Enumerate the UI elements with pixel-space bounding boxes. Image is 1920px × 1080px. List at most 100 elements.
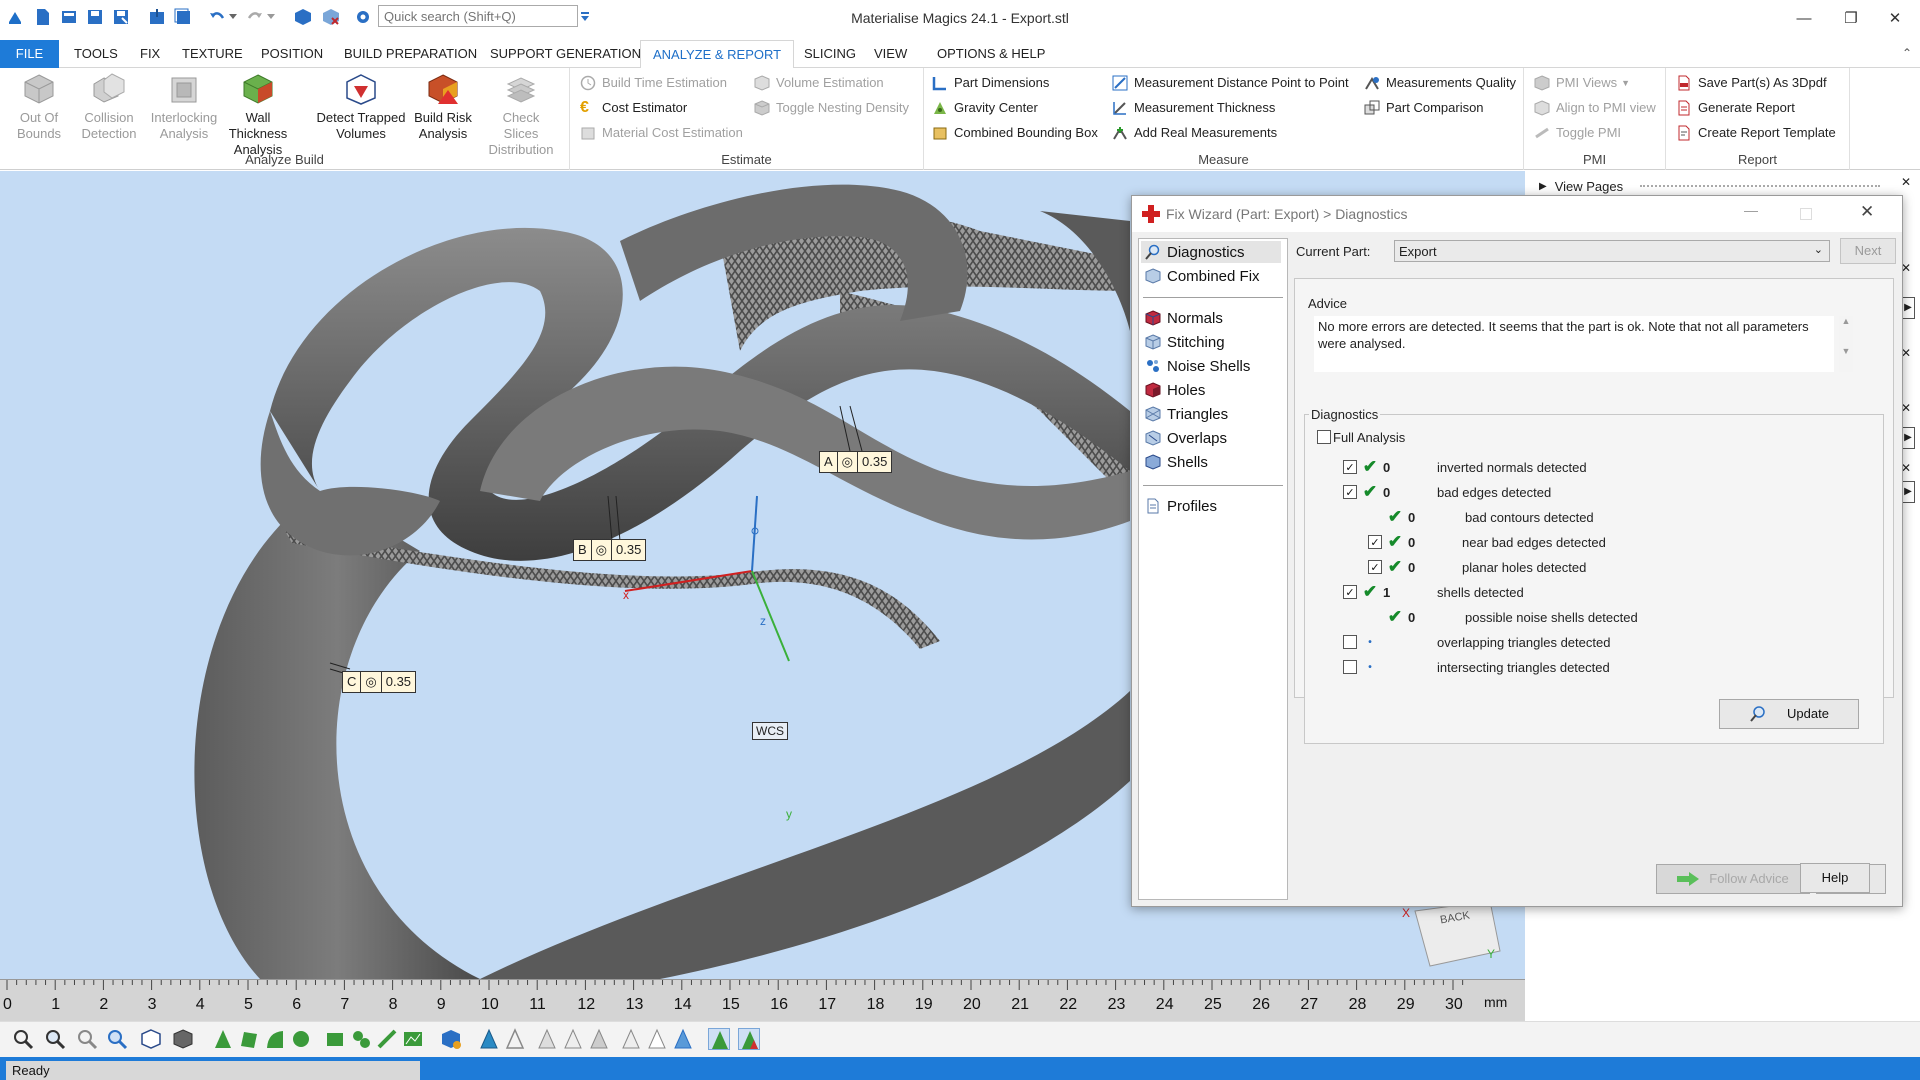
- cost-estimator-button[interactable]: € Cost Estimator: [580, 97, 687, 119]
- save-as-3dpdf-button[interactable]: Save Part(s) As 3Dpdf: [1676, 72, 1827, 94]
- part-select-icon[interactable]: [440, 1028, 462, 1050]
- current-part-select[interactable]: Export ⌄: [1394, 240, 1830, 262]
- checkbox[interactable]: ✓: [1368, 560, 1382, 574]
- view-pages-header[interactable]: ▶ View Pages: [1539, 179, 1623, 194]
- undo-icon[interactable]: [206, 6, 228, 28]
- panel-close-icon[interactable]: ✕: [1901, 175, 1911, 189]
- nav-shells[interactable]: Shells: [1145, 451, 1208, 473]
- full-analysis-row[interactable]: Full Analysis: [1317, 427, 1405, 447]
- collision-detection-button[interactable]: Collision Detection: [72, 72, 146, 142]
- nav-combined-fix[interactable]: Combined Fix: [1145, 265, 1260, 287]
- measurement-thickness-button[interactable]: Measurement Thickness: [1112, 97, 1275, 119]
- checkbox[interactable]: ✓: [1368, 535, 1382, 549]
- tab-slicing[interactable]: SLICING: [792, 40, 868, 68]
- restore-button[interactable]: ❐: [1828, 4, 1874, 32]
- tab-fix[interactable]: FIX: [128, 40, 172, 68]
- zoom-window-icon[interactable]: [44, 1028, 66, 1050]
- shaded-view-icon[interactable]: [172, 1028, 194, 1050]
- thickness-tag-c[interactable]: C ◎ 0.35: [342, 671, 417, 693]
- interlocking-analysis-button[interactable]: Interlocking Analysis: [147, 72, 221, 142]
- next-button[interactable]: Next: [1840, 238, 1896, 264]
- help-button[interactable]: Help: [1800, 863, 1870, 893]
- checkbox[interactable]: ✓: [1343, 460, 1357, 474]
- select-brush-icon[interactable]: [376, 1028, 398, 1050]
- tab-position[interactable]: POSITION: [249, 40, 335, 68]
- show-normals-icon[interactable]: [620, 1028, 642, 1050]
- create-report-template-button[interactable]: Create Report Template: [1676, 122, 1836, 144]
- toggle-nesting-density-button[interactable]: Toggle Nesting Density: [754, 97, 909, 119]
- tab-texture[interactable]: TEXTURE: [170, 40, 255, 68]
- nav-noise-shells[interactable]: Noise Shells: [1145, 355, 1250, 377]
- combined-bounding-box-button[interactable]: Combined Bounding Box: [932, 122, 1098, 144]
- select-triangle-icon[interactable]: [212, 1028, 234, 1050]
- app-logo-icon[interactable]: [4, 6, 26, 28]
- select-shell-icon[interactable]: [290, 1028, 312, 1050]
- collapse-ribbon-icon[interactable]: ⌃: [1902, 46, 1912, 60]
- tab-support-generation[interactable]: SUPPORT GENERATION: [478, 40, 653, 68]
- nav-triangles[interactable]: Triangles: [1145, 403, 1228, 425]
- zoom-icon[interactable]: [12, 1028, 34, 1050]
- import-icon[interactable]: [146, 6, 168, 28]
- nav-profiles[interactable]: Profiles: [1145, 495, 1217, 517]
- wall-thickness-analysis-button[interactable]: Wall Thickness Analysis: [221, 72, 295, 158]
- save-as-icon[interactable]: [110, 6, 132, 28]
- nav-diagnostics[interactable]: Diagnostics: [1145, 241, 1245, 263]
- checkbox[interactable]: [1343, 660, 1357, 674]
- full-analysis-checkbox[interactable]: [1317, 430, 1331, 444]
- save-all-icon[interactable]: [172, 6, 194, 28]
- checkbox[interactable]: [1343, 635, 1357, 649]
- tab-tools[interactable]: TOOLS: [62, 40, 130, 68]
- dialog-maximize-button[interactable]: [1800, 208, 1812, 220]
- nav-normals[interactable]: Normals: [1145, 307, 1223, 329]
- window-close-button[interactable]: ✕: [1872, 4, 1918, 32]
- gravity-center-button[interactable]: Gravity Center: [932, 97, 1038, 119]
- update-button[interactable]: Update: [1719, 699, 1859, 729]
- dialog-title-bar[interactable]: Fix Wizard (Part: Export) > Diagnostics …: [1132, 196, 1902, 232]
- show-edges-icon[interactable]: [646, 1028, 668, 1050]
- toggle-pmi-button[interactable]: Toggle PMI: [1534, 122, 1621, 144]
- build-time-estimation-button[interactable]: Build Time Estimation: [580, 72, 727, 94]
- part-cube-icon[interactable]: [292, 6, 314, 28]
- quick-search-input[interactable]: [378, 5, 578, 27]
- tab-view[interactable]: VIEW: [862, 40, 919, 68]
- dialog-close-x-button[interactable]: ✕: [1860, 202, 1874, 222]
- dialog-minimize-button[interactable]: —: [1744, 202, 1758, 218]
- panel-expand-icon[interactable]: ▶: [1901, 297, 1915, 319]
- unload-part-icon[interactable]: [320, 6, 342, 28]
- redo-icon[interactable]: [244, 6, 266, 28]
- color-view-icon[interactable]: [738, 1028, 760, 1050]
- measurements-quality-button[interactable]: Measurements Quality: [1364, 72, 1516, 94]
- zoom-part-icon[interactable]: [106, 1028, 128, 1050]
- part-dimensions-button[interactable]: Part Dimensions: [932, 72, 1049, 94]
- nav-holes[interactable]: Holes: [1145, 379, 1205, 401]
- advice-scrollbar[interactable]: ▲ ▼: [1839, 316, 1853, 372]
- nav-stitching[interactable]: Stitching: [1145, 331, 1225, 353]
- tab-options-help[interactable]: OPTIONS & HELP: [925, 40, 1057, 68]
- tab-file[interactable]: FILE: [0, 40, 59, 68]
- mesh-view-icon[interactable]: [478, 1028, 500, 1050]
- select-plane-icon[interactable]: [238, 1028, 260, 1050]
- out-of-bounds-button[interactable]: Out Of Bounds: [2, 72, 76, 142]
- panel-expand-icon[interactable]: ▶: [1901, 427, 1915, 449]
- triangle-outline-icon[interactable]: [562, 1028, 584, 1050]
- thickness-tag-a[interactable]: A ◎ 0.35: [819, 451, 893, 473]
- detect-trapped-volumes-button[interactable]: Detect Trapped Volumes: [314, 72, 408, 142]
- generate-report-button[interactable]: Generate Report: [1676, 97, 1795, 119]
- save-icon[interactable]: [84, 6, 106, 28]
- minimize-button[interactable]: —: [1781, 4, 1827, 32]
- triangle-hatched-icon[interactable]: [588, 1028, 610, 1050]
- zoom-fit-icon[interactable]: [76, 1028, 98, 1050]
- triangle-view-icon[interactable]: [536, 1028, 558, 1050]
- search-options-icon[interactable]: [580, 6, 590, 28]
- checkbox[interactable]: ✓: [1343, 485, 1357, 499]
- nav-overlaps[interactable]: Overlaps: [1145, 427, 1227, 449]
- open-file-icon[interactable]: [58, 6, 80, 28]
- material-cost-estimation-button[interactable]: Material Cost Estimation: [580, 122, 743, 144]
- measurement-distance-button[interactable]: Measurement Distance Point to Point: [1112, 72, 1349, 94]
- select-rectangle-icon[interactable]: [324, 1028, 346, 1050]
- new-file-icon[interactable]: [32, 6, 54, 28]
- align-to-pmi-view-button[interactable]: Align to PMI view: [1534, 97, 1656, 119]
- pmi-views-button[interactable]: PMI Views ▼: [1534, 72, 1630, 94]
- check-slices-distribution-button[interactable]: Check Slices Distribution: [484, 72, 558, 158]
- part-comparison-button[interactable]: Part Comparison: [1364, 97, 1484, 119]
